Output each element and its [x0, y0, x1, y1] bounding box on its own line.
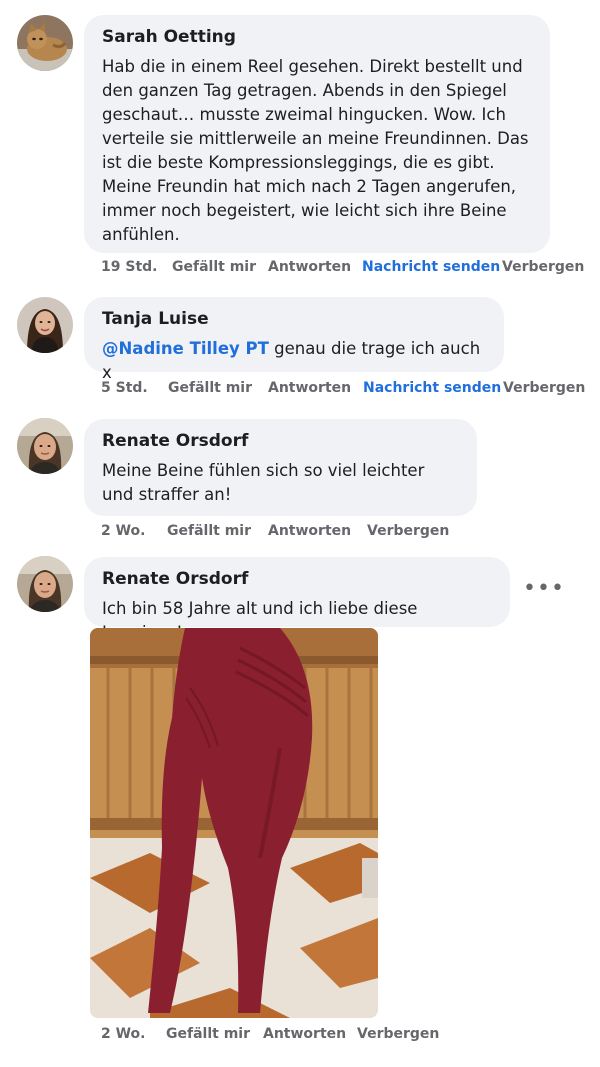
- comment-text: Hab die in einem Reel gesehen. Direkt be…: [102, 57, 529, 244]
- hide-button[interactable]: Verbergen: [503, 380, 585, 396]
- hide-button[interactable]: Verbergen: [357, 1026, 439, 1042]
- comment-timestamp[interactable]: 5 Std.: [101, 380, 148, 396]
- comment-author[interactable]: Sarah Oetting: [102, 26, 532, 48]
- hide-button[interactable]: Verbergen: [502, 259, 584, 275]
- hide-button[interactable]: Verbergen: [367, 523, 449, 539]
- like-button[interactable]: Gefällt mir: [172, 259, 256, 275]
- send-message-button[interactable]: Nachricht senden: [362, 259, 500, 275]
- comment-bubble: Tanja Luise @Nadine Tilley PT genau die …: [84, 297, 504, 382]
- cat-avatar-icon[interactable]: [17, 15, 73, 71]
- comment-timestamp[interactable]: 2 Wo.: [101, 523, 146, 539]
- more-options-icon[interactable]: •••: [523, 578, 565, 600]
- comment-bubble: Renate Orsdorf Meine Beine fühlen sich s…: [84, 419, 477, 516]
- comment-text: Meine Beine fühlen sich so viel leichter…: [102, 461, 425, 504]
- reply-button[interactable]: Antworten: [263, 1026, 346, 1042]
- reply-button[interactable]: Antworten: [268, 259, 351, 275]
- mention-link[interactable]: @Nadine Tilley PT: [102, 339, 269, 358]
- woman-avatar-icon[interactable]: [17, 418, 73, 474]
- woman-avatar-icon[interactable]: [17, 297, 73, 353]
- comment-bubble: Sarah Oetting Hab die in einem Reel gese…: [84, 15, 550, 253]
- comment-author[interactable]: Renate Orsdorf: [102, 568, 492, 590]
- woman-avatar-icon[interactable]: [17, 556, 73, 612]
- comment-author[interactable]: Renate Orsdorf: [102, 430, 459, 452]
- like-button[interactable]: Gefällt mir: [167, 523, 251, 539]
- leggings-photo-icon[interactable]: [90, 628, 378, 1018]
- like-button[interactable]: Gefällt mir: [168, 380, 252, 396]
- reply-button[interactable]: Antworten: [268, 523, 351, 539]
- comment-bubble: Renate Orsdorf Ich bin 58 Jahre alt und …: [84, 557, 510, 642]
- comment-text: @Nadine Tilley PT genau die trage ich au…: [102, 337, 486, 385]
- like-button[interactable]: Gefällt mir: [166, 1026, 250, 1042]
- send-message-button[interactable]: Nachricht senden: [363, 380, 501, 396]
- comment-timestamp[interactable]: 19 Std.: [101, 259, 157, 275]
- comment-timestamp[interactable]: 2 Wo.: [101, 1026, 146, 1042]
- comment-author[interactable]: Tanja Luise: [102, 308, 486, 330]
- reply-button[interactable]: Antworten: [268, 380, 351, 396]
